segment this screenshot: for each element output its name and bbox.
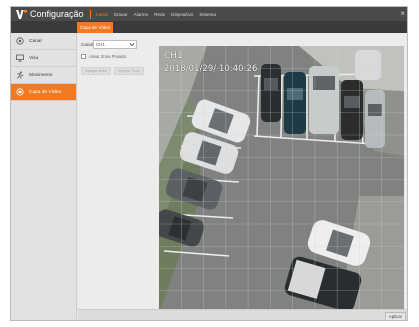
parking-lot-image <box>159 46 404 313</box>
nav-canal[interactable]: Canal <box>96 12 108 17</box>
video-preview[interactable]: CH1 2018/01/29/ 10:40:26 <box>159 46 404 313</box>
sidebar-item-label: Movimento <box>29 72 53 78</box>
channel-row: Canal CH1 <box>81 40 137 49</box>
tab-capa-de-video[interactable]: Capa de Vídeo <box>77 22 113 33</box>
enable-privacy-row: Ativar Zona Privada <box>81 54 126 59</box>
enable-privacy-checkbox[interactable] <box>81 54 86 59</box>
title-bar: Configuração Canal Gravar Alarme Rede Di… <box>11 7 407 21</box>
sidebar: Canal Visu Movimento Capa de Vídeo <box>11 33 77 320</box>
sidebar-item-label: Canal <box>29 38 42 44</box>
mask-icon <box>16 88 24 96</box>
sidebar-item-movimento[interactable]: Movimento <box>11 67 76 84</box>
camera-icon <box>16 37 24 45</box>
channel-select-value: CH1 <box>96 42 105 47</box>
app-title: Configuração <box>30 9 84 19</box>
nav-rede[interactable]: Rede <box>154 12 165 17</box>
clear-area-button[interactable]: Apagar Área <box>81 67 111 75</box>
sidebar-item-capa-de-video[interactable]: Capa de Vídeo <box>11 84 76 101</box>
nav-dispositivo[interactable]: Dispositivo <box>171 12 193 17</box>
apply-button[interactable]: Aplicar <box>385 312 406 320</box>
content-panel: Canal CH1 Ativar Zona Privada Apagar Áre… <box>78 33 407 320</box>
motion-icon <box>16 71 24 79</box>
subtab-bar: Capa de Vídeo <box>11 21 407 33</box>
chevron-down-icon <box>129 41 135 48</box>
nav-sistema[interactable]: Sistema <box>199 12 216 17</box>
bottom-bar: Aplicar <box>78 309 407 320</box>
mask-buttons: Apagar Área Limpar Tudo <box>81 67 144 75</box>
top-nav: Canal Gravar Alarme Rede Dispositivo Sis… <box>96 12 216 17</box>
sidebar-item-label: Capa de Vídeo <box>29 89 62 95</box>
channel-select[interactable]: CH1 <box>93 40 137 49</box>
video-channel-overlay: CH1 <box>164 51 183 61</box>
display-icon <box>16 54 24 62</box>
brand-logo-icon <box>15 9 27 19</box>
sidebar-item-label: Visu <box>29 55 39 61</box>
config-window: Configuração Canal Gravar Alarme Rede Di… <box>10 6 408 321</box>
nav-alarme[interactable]: Alarme <box>134 12 149 17</box>
channel-label: Canal <box>81 42 94 47</box>
clear-all-button[interactable]: Limpar Tudo <box>114 67 144 75</box>
close-icon[interactable]: × <box>400 9 405 19</box>
sidebar-item-visu[interactable]: Visu <box>11 50 76 67</box>
enable-privacy-label: Ativar Zona Privada <box>89 54 126 59</box>
title-separator <box>89 9 91 19</box>
video-datetime-overlay: 2018/01/29/ 10:40:26 <box>164 63 258 73</box>
nav-gravar[interactable]: Gravar <box>114 12 128 17</box>
sidebar-item-canal[interactable]: Canal <box>11 33 76 50</box>
